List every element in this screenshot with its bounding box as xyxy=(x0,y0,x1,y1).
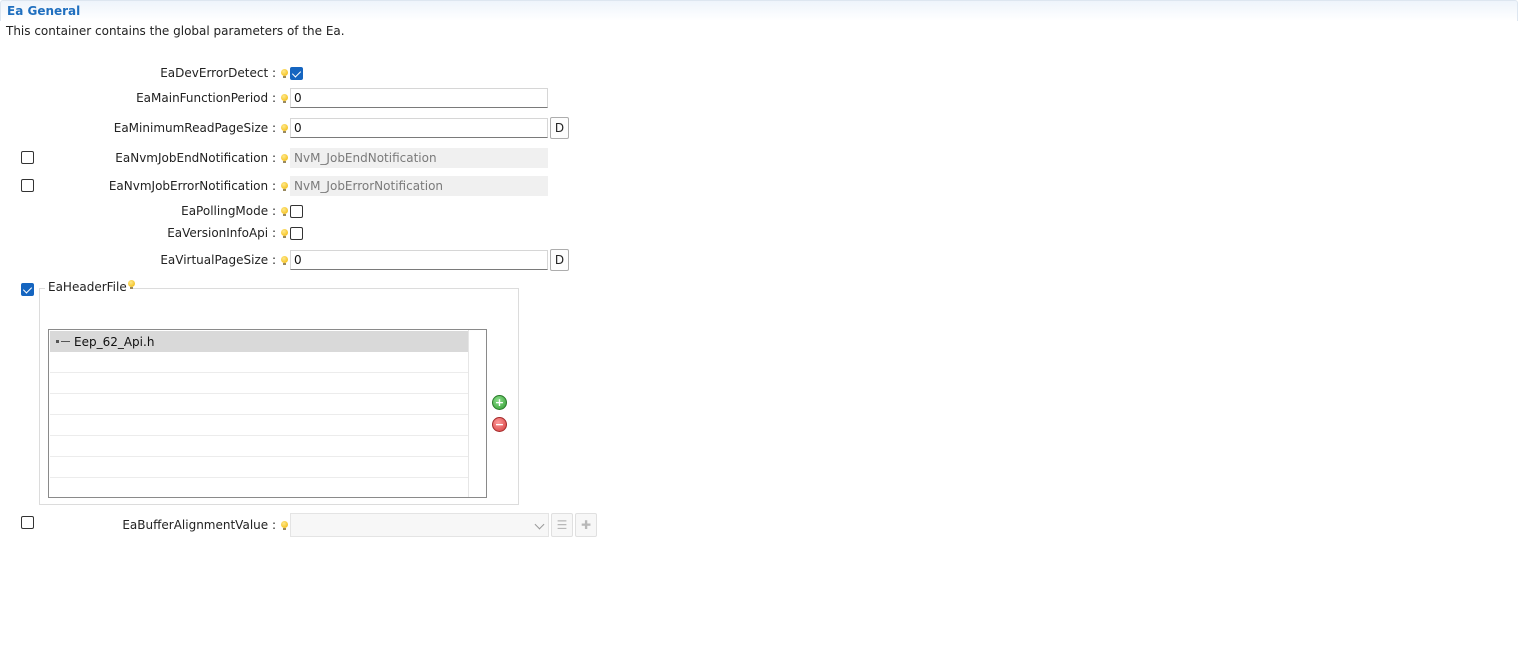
list-item[interactable]: Eep_62_Api.h xyxy=(50,331,468,352)
list-item xyxy=(50,373,468,394)
plus-circle-icon[interactable]: + xyxy=(492,395,507,410)
lightbulb-icon[interactable] xyxy=(281,229,288,238)
tree-leaf-icon xyxy=(56,340,70,343)
ea-main-function-period-label: EaMainFunctionPeriod : xyxy=(136,91,276,105)
ea-version-info-api-checkbox[interactable] xyxy=(290,227,303,240)
ea-buffer-alignment-value-enable-checkbox[interactable] xyxy=(21,516,34,529)
list-column-separator xyxy=(468,330,469,497)
ea-buffer-alignment-value-select[interactable] xyxy=(290,513,549,537)
list-item-label: Eep_62_Api.h xyxy=(74,335,155,349)
ea-nvm-job-error-notification-label: EaNvmJobErrorNotification : xyxy=(108,179,276,193)
lightbulb-icon[interactable] xyxy=(281,154,288,163)
plus-icon[interactable]: ✚ xyxy=(575,513,597,537)
lightbulb-icon[interactable] xyxy=(281,94,288,103)
lightbulb-icon[interactable] xyxy=(281,256,288,265)
list-item xyxy=(50,436,468,457)
section-header[interactable]: Ea General xyxy=(0,0,1518,21)
ea-nvm-job-end-notification-enable-checkbox[interactable] xyxy=(21,151,34,164)
ea-dev-error-detect-checkbox[interactable] xyxy=(290,67,303,80)
lightbulb-icon[interactable] xyxy=(281,207,288,216)
ea-minimum-read-page-size-input[interactable] xyxy=(290,118,548,138)
section-description: This container contains the global param… xyxy=(6,24,345,38)
minus-circle-icon[interactable]: − xyxy=(492,417,507,432)
ea-nvm-job-end-notification-input[interactable] xyxy=(290,148,548,168)
list-item xyxy=(50,394,468,415)
ea-buffer-alignment-value-label: EaBufferAlignmentValue : xyxy=(122,518,276,532)
ea-virtual-page-size-label: EaVirtualPageSize : xyxy=(160,253,276,267)
lightbulb-icon[interactable] xyxy=(281,182,288,191)
ea-version-info-api-label: EaVersionInfoApi : xyxy=(167,226,276,240)
ea-polling-mode-checkbox[interactable] xyxy=(290,205,303,218)
lightbulb-icon[interactable] xyxy=(281,69,288,78)
section-title: Ea General xyxy=(7,4,81,18)
ea-dev-error-detect-label: EaDevErrorDetect : xyxy=(160,66,276,80)
lightbulb-icon[interactable] xyxy=(281,124,288,133)
chevron-down-icon xyxy=(534,519,545,530)
ea-nvm-job-error-notification-enable-checkbox[interactable] xyxy=(21,179,34,192)
list-item xyxy=(50,415,468,436)
lightbulb-icon[interactable] xyxy=(128,280,135,289)
default-value-button[interactable]: D xyxy=(550,117,569,139)
ea-header-file-list[interactable]: Eep_62_Api.h xyxy=(48,329,487,498)
list-item xyxy=(50,478,468,497)
ea-header-file-label: EaHeaderFile xyxy=(45,280,130,294)
ea-nvm-job-error-notification-input[interactable] xyxy=(290,176,548,196)
ea-minimum-read-page-size-label: EaMinimumReadPageSize : xyxy=(113,121,276,135)
list-icon[interactable]: ☰ xyxy=(551,513,573,537)
list-item xyxy=(50,352,468,373)
ea-header-file-enable-checkbox[interactable] xyxy=(21,283,34,296)
ea-virtual-page-size-input[interactable] xyxy=(290,250,548,270)
list-item xyxy=(50,457,468,478)
ea-nvm-job-end-notification-label: EaNvmJobEndNotification : xyxy=(115,151,276,165)
lightbulb-icon[interactable] xyxy=(281,521,288,530)
ea-main-function-period-input[interactable] xyxy=(290,88,548,108)
ea-polling-mode-label: EaPollingMode : xyxy=(181,204,276,218)
default-value-button[interactable]: D xyxy=(550,249,569,271)
